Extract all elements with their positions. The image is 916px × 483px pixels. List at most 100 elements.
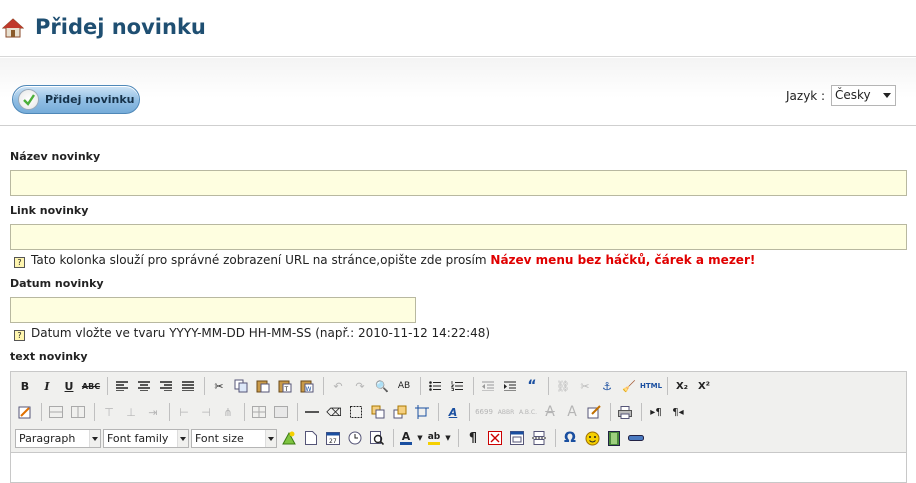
horizontal-rule-icon[interactable] [302,402,322,422]
toolbar-separator [438,403,439,421]
svg-text:W: W [306,386,312,393]
text-color-icon[interactable]: A [398,428,414,448]
abbr-icon[interactable]: ABBR [496,402,516,422]
unlink-icon[interactable]: ✂ [575,376,595,396]
align-left-icon[interactable] [112,376,132,396]
visual-aid-icon[interactable] [346,402,366,422]
bold-button[interactable]: B [15,376,35,396]
media-icon[interactable] [604,428,624,448]
editor-toolbar-row-3: Paragraph Font family Font size 27 A ▼ a… [15,426,648,450]
highlight-color-icon[interactable]: ab [426,428,442,448]
paste-icon[interactable] [253,376,273,396]
toolbar-separator [393,429,394,447]
insert-col-after-icon[interactable]: ⊣ [196,402,216,422]
layer-forward-icon[interactable] [390,402,410,422]
cleanup-icon[interactable]: 🧹 [619,376,639,396]
nonbreaking-icon[interactable] [485,428,505,448]
bullet-list-icon[interactable] [425,376,445,396]
table-row-props-icon[interactable] [46,402,66,422]
toolbar-separator [555,429,556,447]
news-link-hint-warning: Název menu bez háčků, čárek a mezer! [490,253,756,267]
toolbar-separator [548,377,549,395]
news-link-input[interactable] [10,224,907,250]
insert-row-after-icon[interactable]: ⊥ [121,402,141,422]
paste-text-icon[interactable]: T [275,376,295,396]
outdent-icon[interactable] [478,376,498,396]
merge-cells-icon[interactable] [271,402,291,422]
indent-icon[interactable] [500,376,520,396]
acronym-icon[interactable]: A.B.C. [518,402,538,422]
layer-icon[interactable] [368,402,388,422]
format-select-value: Paragraph [19,431,76,445]
table-cell-props-icon[interactable] [68,402,88,422]
insert-date-icon[interactable]: 27 [323,428,343,448]
delete-col-icon[interactable]: ⋔ [218,402,238,422]
underline-button[interactable]: U [59,376,79,396]
attributes-icon[interactable] [584,402,604,422]
italic-button[interactable]: I [37,376,57,396]
styles-icon[interactable]: A [443,402,463,422]
ltr-icon[interactable]: ▸¶ [646,402,666,422]
insert-time-icon[interactable] [345,428,365,448]
font-family-select[interactable]: Font family [103,428,189,448]
chevron-down-icon[interactable]: ▼ [416,428,424,448]
paste-word-icon[interactable]: W [297,376,317,396]
toolbar-separator [41,403,42,421]
numbered-list-icon[interactable] [447,376,467,396]
cut-icon[interactable]: ✂ [209,376,229,396]
split-cells-icon[interactable] [249,402,269,422]
chevron-down-icon [265,429,276,447]
print-icon[interactable] [615,402,635,422]
align-right-icon[interactable] [156,376,176,396]
link-icon[interactable]: ⛓ [553,376,573,396]
subscript-button[interactable]: X₂ [672,376,692,396]
strikethrough-button[interactable]: ABC [81,376,101,396]
align-justify-icon[interactable] [178,376,198,396]
page-break-icon[interactable] [529,428,549,448]
undo-icon[interactable]: ↶ [328,376,348,396]
rich-text-editor: B I U ABC ✂ T W ↶ ↷ 🔍 AB “ ⛓ ✂ ⚓ 🧹 HTML … [10,371,907,483]
delete-row-icon[interactable]: ⇥ [143,402,163,422]
editor-content-area[interactable] [11,452,906,482]
replace-icon[interactable]: AB [394,376,414,396]
absolute-icon[interactable] [412,402,432,422]
edit-css-icon[interactable] [15,402,35,422]
preview-icon[interactable] [367,428,387,448]
image-icon[interactable] [279,428,299,448]
anchor-icon[interactable]: ⚓ [597,376,617,396]
language-select[interactable]: Česky [831,85,896,106]
format-select[interactable]: Paragraph [15,428,101,448]
find-icon[interactable]: 🔍 [372,376,392,396]
fullscreen-icon[interactable] [507,428,527,448]
add-news-button[interactable]: Přidej novinku [12,85,140,114]
chevron-down-icon [883,93,891,98]
insert-col-before-icon[interactable]: ⊢ [174,402,194,422]
toolbar-separator [458,429,459,447]
html-source-button[interactable]: HTML [640,376,662,396]
svg-text:T: T [284,386,289,393]
news-name-input[interactable] [10,170,907,196]
align-center-icon[interactable] [134,376,154,396]
blockquote-button[interactable]: “ [522,376,542,396]
rtl-icon[interactable]: ¶◂ [668,402,688,422]
special-char-button[interactable]: Ω [560,428,580,448]
copy-icon[interactable] [231,376,251,396]
cite-icon[interactable]: 6699 [474,402,494,422]
font-size-select[interactable]: Font size [191,428,277,448]
superscript-button[interactable]: X² [694,376,714,396]
redo-icon[interactable]: ↷ [350,376,370,396]
news-date-input[interactable] [10,297,416,323]
language-select-value: Česky [835,88,871,102]
news-link-hint-text: Tato kolonka slouží pro správné zobrazen… [31,253,487,267]
emoticon-icon[interactable] [582,428,602,448]
del-icon[interactable]: A [540,402,560,422]
add-news-button-label: Přidej novinku [45,93,135,106]
chevron-down-icon[interactable]: ▼ [444,428,452,448]
ins-icon[interactable]: A [562,402,582,422]
new-document-icon[interactable] [301,428,321,448]
remove-format-icon[interactable]: ⌫ [324,402,344,422]
insert-row-before-icon[interactable]: ⊤ [99,402,119,422]
horizontal-line-icon[interactable] [626,428,646,448]
editor-toolbar-row-2: ⊤ ⊥ ⇥ ⊢ ⊣ ⋔ ⌫ A 6699 ABBR A.B.C. A A ▸¶ … [15,400,690,424]
show-blocks-button[interactable]: ¶ [463,428,483,448]
